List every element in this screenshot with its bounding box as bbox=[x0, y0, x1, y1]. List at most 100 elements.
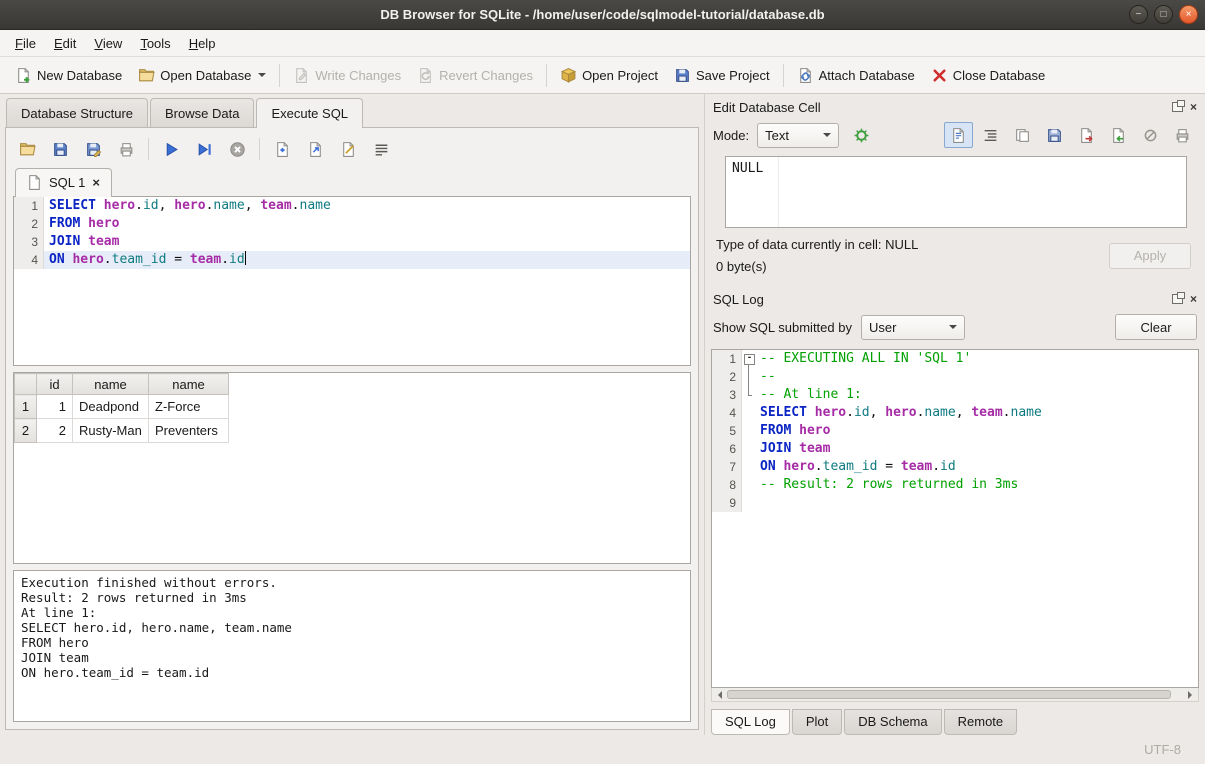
minimize-icon[interactable]: − bbox=[1129, 5, 1148, 24]
paste-button[interactable] bbox=[1040, 122, 1069, 148]
close-icon[interactable]: × bbox=[1179, 5, 1198, 24]
menu-help[interactable]: Help bbox=[180, 32, 225, 55]
dock-float-icon[interactable] bbox=[1172, 102, 1183, 112]
sql-editor-toolbar bbox=[13, 132, 691, 166]
code-text: JOIN team bbox=[755, 440, 1198, 458]
line-number: 3 bbox=[712, 386, 742, 404]
tab-browse-data[interactable]: Browse Data bbox=[150, 98, 254, 127]
copy-icon bbox=[1014, 127, 1031, 144]
tab-execute-sql[interactable]: Execute SQL bbox=[256, 98, 363, 128]
scroll-right-icon[interactable] bbox=[1188, 691, 1196, 699]
toolbar-button-label: Revert Changes bbox=[439, 68, 533, 83]
sql-tab[interactable]: SQL 1 × bbox=[15, 168, 112, 197]
line-number: 4 bbox=[14, 251, 44, 269]
row-header[interactable]: 1 bbox=[15, 395, 37, 419]
export-button[interactable] bbox=[1072, 122, 1101, 148]
titlebar[interactable]: DB Browser for SQLite - /home/user/code/… bbox=[0, 0, 1205, 30]
code-line: 4ON hero.team_id = team.id bbox=[14, 251, 690, 269]
stop-button[interactable] bbox=[223, 136, 251, 162]
line-number: 2 bbox=[712, 368, 742, 386]
tab-db-schema[interactable]: DB Schema bbox=[844, 709, 941, 735]
tab-remote[interactable]: Remote bbox=[944, 709, 1018, 735]
menu-edit[interactable]: Edit bbox=[45, 32, 85, 55]
maximize-icon[interactable]: □ bbox=[1154, 5, 1173, 24]
row-header[interactable]: 2 bbox=[15, 419, 37, 443]
cell[interactable]: Deadpond bbox=[73, 395, 149, 419]
column-header-name[interactable]: name bbox=[73, 374, 149, 395]
fold-marker-icon bbox=[742, 368, 755, 386]
auto-complete-button[interactable] bbox=[334, 136, 362, 162]
tab-sql-log[interactable]: SQL Log bbox=[711, 709, 790, 735]
open-project-button[interactable]: Open Project bbox=[552, 62, 666, 89]
horizontal-scrollbar[interactable] bbox=[711, 688, 1199, 702]
main-toolbar: New DatabaseOpen Database Write Changes Re… bbox=[0, 57, 1205, 94]
write-changes-icon bbox=[293, 67, 310, 84]
line-number: 5 bbox=[712, 422, 742, 440]
save-project-button[interactable]: Save Project bbox=[666, 62, 778, 89]
sql-log-view[interactable]: 1-- EXECUTING ALL IN 'SQL 1'2--3-- At li… bbox=[711, 349, 1199, 688]
cell-editor[interactable]: NULL bbox=[725, 156, 1187, 228]
open-in-new-tab-button[interactable] bbox=[301, 136, 329, 162]
tab-plot[interactable]: Plot bbox=[792, 709, 842, 735]
code-text: JOIN team bbox=[44, 233, 690, 251]
new-database-button[interactable]: New Database bbox=[7, 62, 130, 89]
fold-marker-icon[interactable] bbox=[742, 350, 755, 368]
scrollbar-thumb[interactable] bbox=[727, 690, 1171, 699]
code-line: 5 FROM hero bbox=[712, 422, 1198, 440]
dropdown-caret-icon[interactable] bbox=[258, 73, 266, 81]
save-sql-file-button[interactable] bbox=[46, 136, 74, 162]
word-wrap-button[interactable] bbox=[367, 136, 395, 162]
mode-select[interactable]: Text bbox=[757, 123, 839, 148]
column-header-id[interactable]: id bbox=[37, 374, 73, 395]
print-cell-button[interactable] bbox=[1168, 122, 1197, 148]
toolbar-button-label: Attach Database bbox=[819, 68, 915, 83]
menu-view[interactable]: View bbox=[85, 32, 131, 55]
mode-settings-button[interactable] bbox=[847, 122, 876, 148]
toolbar-separator bbox=[279, 64, 280, 87]
toolbar-separator bbox=[783, 64, 784, 87]
main-area: Database StructureBrowse DataExecute SQL… bbox=[0, 94, 1205, 735]
dock-close-icon[interactable]: × bbox=[1190, 294, 1197, 304]
copy-button[interactable] bbox=[1008, 122, 1037, 148]
close-database-button[interactable]: Close Database bbox=[923, 62, 1054, 89]
window-title: DB Browser for SQLite - /home/user/code/… bbox=[0, 7, 1205, 22]
import-button[interactable] bbox=[1104, 122, 1133, 148]
code-text: FROM hero bbox=[755, 422, 1198, 440]
open-sql-file-button[interactable] bbox=[13, 136, 41, 162]
text-view-button[interactable] bbox=[944, 122, 973, 148]
tab-close-icon[interactable]: × bbox=[91, 175, 101, 190]
code-text: ON hero.team_id = team.id bbox=[755, 458, 1198, 476]
clear-button[interactable]: Clear bbox=[1115, 314, 1197, 340]
sql-editor[interactable]: 1SELECT hero.id, hero.name, team.name2FR… bbox=[13, 196, 691, 366]
apply-button[interactable]: Apply bbox=[1109, 243, 1191, 269]
open-database-button[interactable]: Open Database bbox=[130, 62, 274, 89]
toolbar-button-label: Write Changes bbox=[315, 68, 401, 83]
menu-file[interactable]: File bbox=[6, 32, 45, 55]
cell[interactable]: Preventers bbox=[149, 419, 229, 443]
sql-log-header: SQL Log × bbox=[709, 286, 1201, 312]
set-null-button[interactable] bbox=[1136, 122, 1165, 148]
sql-tab-bar: SQL 1 × bbox=[13, 166, 691, 196]
scroll-left-icon[interactable] bbox=[714, 691, 722, 699]
new-tab-button[interactable] bbox=[268, 136, 296, 162]
execute-current-line-button[interactable] bbox=[190, 136, 218, 162]
cell[interactable]: 1 bbox=[37, 395, 73, 419]
log-filter-select[interactable]: User bbox=[861, 315, 965, 340]
attach-database-icon bbox=[797, 67, 814, 84]
cell[interactable]: Rusty-Man bbox=[73, 419, 149, 443]
sql-log-title: SQL Log bbox=[713, 292, 764, 307]
dock-float-icon[interactable] bbox=[1172, 294, 1183, 304]
execute-all-button[interactable] bbox=[157, 136, 185, 162]
indent-button[interactable] bbox=[976, 122, 1005, 148]
column-header-name[interactable]: name bbox=[149, 374, 229, 395]
word-wrap-icon bbox=[373, 141, 390, 158]
attach-database-button[interactable]: Attach Database bbox=[789, 62, 923, 89]
dock-close-icon[interactable]: × bbox=[1190, 102, 1197, 112]
save-sql-as-button[interactable] bbox=[79, 136, 107, 162]
print-button[interactable] bbox=[112, 136, 140, 162]
tab-database-structure[interactable]: Database Structure bbox=[6, 98, 148, 127]
cell-value: NULL bbox=[732, 161, 763, 176]
menu-tools[interactable]: Tools bbox=[131, 32, 179, 55]
cell[interactable]: 2 bbox=[37, 419, 73, 443]
cell[interactable]: Z-Force bbox=[149, 395, 229, 419]
